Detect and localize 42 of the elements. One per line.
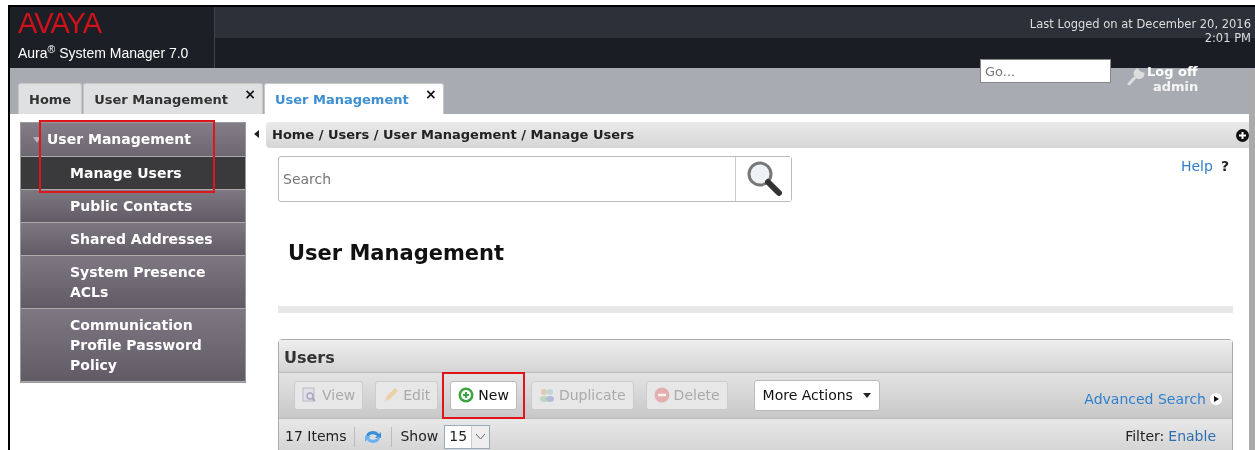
help-link[interactable]: Help — [1180, 156, 1213, 177]
sidebar-item[interactable]: Communication Profile Password Policy — [21, 309, 245, 382]
tab[interactable]: User Management × — [263, 82, 444, 114]
search-button[interactable] — [735, 157, 791, 201]
panel-title: Users — [279, 339, 1232, 373]
tab[interactable]: Home — [18, 82, 83, 114]
sidebar-item[interactable]: Manage Users — [21, 157, 245, 190]
close-icon[interactable]: × — [244, 83, 256, 105]
logo: AVAYA — [18, 9, 103, 37]
breadcrumb: Home / Users / User Management / Manage Users — [272, 126, 635, 145]
show-label: Show — [400, 427, 439, 446]
chevron-down-icon — [476, 433, 486, 440]
sidebar-item[interactable]: Public Contacts — [21, 190, 245, 223]
magnifier-icon — [302, 387, 318, 403]
more-actions-dropdown[interactable]: More Actions — [753, 379, 880, 411]
help-mark-icon: ? — [1220, 156, 1229, 177]
sidebar-header[interactable]: User Management — [21, 123, 245, 157]
toolbar-button[interactable]: New — [450, 380, 517, 410]
minus-circle-icon — [653, 387, 670, 403]
sidebar-item[interactable]: Shared Addresses — [21, 223, 245, 256]
collapse-arrow-icon — [253, 130, 259, 138]
triangle-down-icon — [33, 136, 41, 143]
tab[interactable]: User Management × — [83, 82, 263, 114]
items-count: 17 Items — [285, 427, 347, 446]
play-circle-icon — [1210, 393, 1222, 405]
last-login-text: Last Logged on at December 20, 2016 — [1029, 17, 1251, 31]
plus-circle-icon — [458, 387, 475, 403]
product-name: Aura$^{®}$ System Manager 7.0 — [18, 43, 190, 63]
filter-enable-link[interactable]: Enable — [1168, 426, 1216, 447]
page-title: User Management — [288, 240, 506, 267]
page-size-select[interactable]: 15 — [444, 424, 491, 449]
caret-icon — [862, 392, 871, 398]
user-name: admin — [1153, 79, 1199, 94]
close-icon[interactable]: × — [424, 83, 437, 105]
sidebar-item[interactable]: System Presence ACLs — [21, 256, 245, 309]
go-field[interactable]: Go... — [980, 59, 1111, 83]
last-login-time: 2:01 PM — [1203, 31, 1251, 45]
filter-label: Filter: — [1125, 427, 1165, 446]
pencil-icon — [383, 387, 400, 403]
plus-circle-icon[interactable] — [1236, 128, 1249, 142]
search-field[interactable]: Search — [278, 156, 792, 202]
people-icon — [538, 387, 555, 403]
